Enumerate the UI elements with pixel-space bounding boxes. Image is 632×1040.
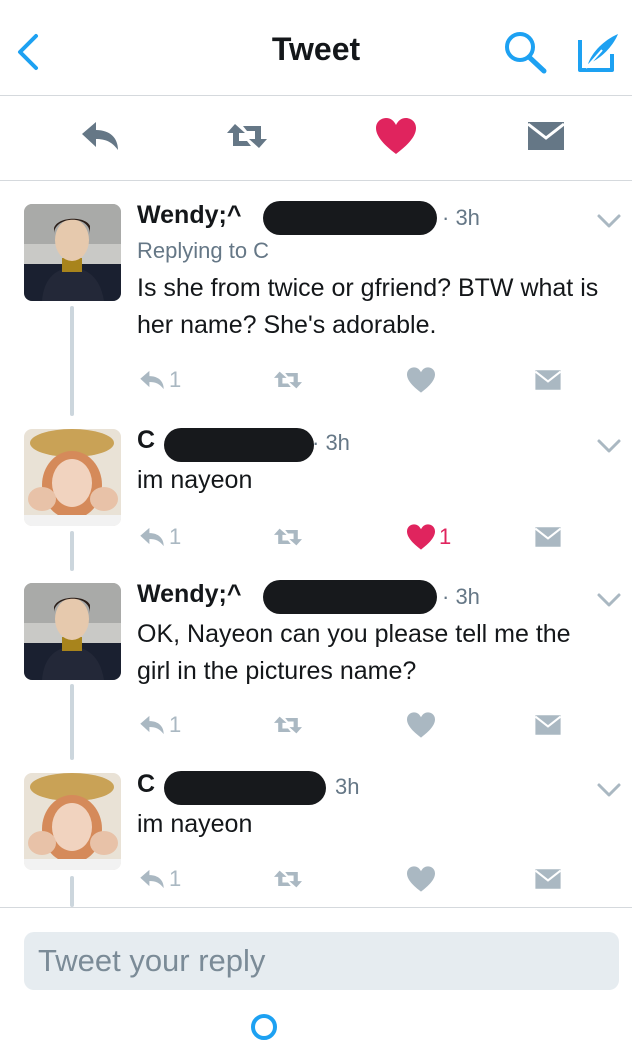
reply-input[interactable]: Tweet your reply [24,932,619,990]
retweet-icon[interactable] [225,116,269,156]
reply-button[interactable]: 1 [137,363,181,397]
thread-connector [70,876,74,907]
tweet-action-bar [0,96,632,181]
tweet-text: OK, Nayeon can you please tell me the gi… [137,620,571,685]
redacted-handle [263,580,437,614]
redacted-handle [164,771,326,805]
like-button[interactable] [405,862,437,896]
tweet-text: im nayeon [137,810,253,838]
user-name[interactable]: Wendy;^ [137,580,241,609]
message-button[interactable] [532,363,564,397]
retweet-button[interactable] [270,520,306,554]
reply-count: 1 [169,524,182,549]
tweet-time: · 3h [442,205,480,230]
tweet-time: · 3h [312,430,350,455]
message-button[interactable] [532,520,564,554]
chevron-down-icon[interactable] [596,437,622,455]
user-name[interactable]: Wendy;^ [137,201,241,230]
heart-icon [407,367,435,393]
message-icon [534,527,562,547]
like-button[interactable] [405,708,437,742]
like-button[interactable] [405,363,437,397]
chevron-down-icon[interactable] [596,591,622,609]
redacted-handle [263,201,437,235]
reply-button[interactable]: 1 [137,520,181,554]
retweet-button[interactable] [270,862,306,896]
user-name[interactable]: C [137,770,155,799]
thread-connector [70,306,74,416]
avatar[interactable] [24,583,121,680]
avatar[interactable] [24,773,121,870]
message-button[interactable] [532,708,564,742]
heart-icon [407,712,435,738]
message-button[interactable] [532,862,564,896]
retweet-icon [274,870,302,888]
like-button[interactable]: 1 [405,520,451,554]
search-icon[interactable] [502,30,548,74]
reply-button[interactable]: 1 [137,708,181,742]
retweet-icon [274,528,302,546]
retweet-button[interactable] [270,363,306,397]
user-name[interactable]: C [137,426,155,455]
top-nav-bar: Tweet [0,0,632,96]
tweet-actions: 1 [137,862,577,896]
like-icon[interactable] [374,116,418,156]
reply-icon [140,715,164,735]
avatar[interactable] [24,204,121,301]
thread-connector [70,531,74,571]
reply-icon [140,527,164,547]
compose-icon[interactable] [574,30,622,74]
retweet-icon [274,716,302,734]
avatar[interactable] [24,429,121,526]
tweet-actions: 1 1 [137,520,577,554]
message-icon[interactable] [524,116,568,156]
reply-count: 1 [169,712,182,737]
tweet-time: · 3h [442,584,480,609]
reply-icon[interactable] [78,116,122,156]
thread-connector [70,684,74,760]
location-icon[interactable] [251,1014,277,1040]
heart-icon [407,866,435,892]
reply-icon [140,370,164,390]
heart-icon [407,524,435,550]
retweet-button[interactable] [270,708,306,742]
like-count: 1 [439,524,452,549]
message-icon [534,715,562,735]
chevron-down-icon[interactable] [596,781,622,799]
reply-composer: Tweet your reply [0,907,632,1024]
tweet-text: im nayeon [137,466,253,494]
reply-icon [140,869,164,889]
tweet-actions: 1 [137,708,577,742]
replying-to[interactable]: Replying to C [137,238,269,264]
message-icon [534,370,562,390]
redacted-handle [164,428,314,462]
tweet-time: 3h [335,774,360,799]
tweet-text: Is she from twice or gfriend? BTW what i… [137,274,599,339]
tweet-actions: 1 [137,363,577,397]
reply-count: 1 [169,367,182,392]
reply-count: 1 [169,866,182,891]
chevron-down-icon[interactable] [596,212,622,230]
reply-button[interactable]: 1 [137,862,181,896]
message-icon [534,869,562,889]
retweet-icon [274,371,302,389]
